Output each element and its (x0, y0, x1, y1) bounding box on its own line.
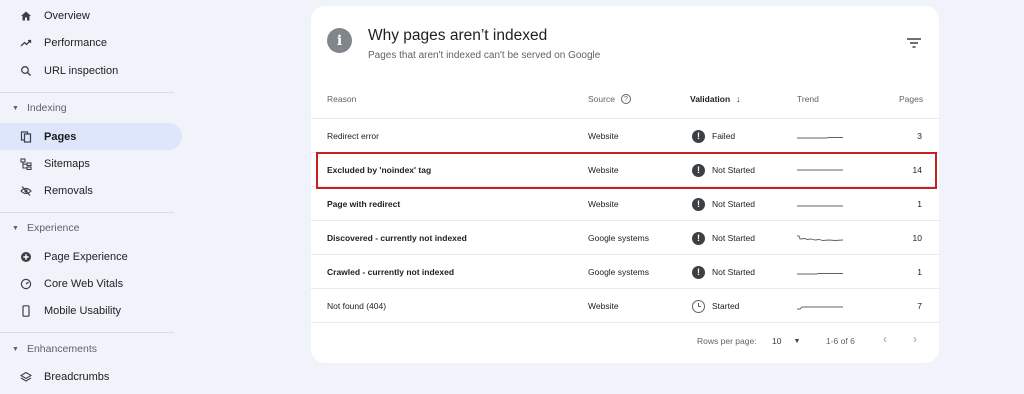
chevron-left-icon[interactable]: ‹ (883, 332, 887, 346)
header-validation[interactable]: Validation ↓ (690, 94, 741, 104)
help-icon[interactable]: ? (620, 94, 631, 104)
sidebar: Overview Performance URL inspection ▼ In… (0, 0, 190, 394)
sidebar-item-label: Sitemaps (44, 157, 90, 170)
chevron-right-icon[interactable]: › (913, 332, 917, 346)
row-pages: 3 (917, 131, 922, 141)
rows-per-page-label: Rows per page: (697, 336, 757, 346)
row-reason: Crawled - currently not indexed (327, 267, 455, 277)
sidebar-item-label: Pages (44, 130, 77, 143)
rows-per-page-select[interactable]: 10 ▼ (772, 336, 800, 346)
row-reason: Not found (404) (327, 301, 387, 311)
header-source: Source ? (588, 94, 631, 104)
trend-sparkline (797, 187, 843, 221)
arrow-down-icon: ↓ (736, 94, 741, 104)
row-validation: Started (692, 289, 739, 323)
row-validation: ! Not Started (692, 187, 755, 221)
row-source: Website (588, 131, 619, 141)
row-validation: ! Not Started (692, 221, 755, 255)
caret-down-icon: ▼ (12, 104, 19, 112)
sitemap-icon (19, 157, 33, 171)
highlight-box (316, 152, 937, 189)
sidebar-item-sitemaps[interactable]: Sitemaps (0, 150, 182, 177)
info-icon: i (327, 28, 352, 53)
sidebar-item-label: Mobile Usability (44, 304, 122, 317)
header-trend: Trend (797, 94, 819, 104)
row-source: Google systems (588, 233, 649, 243)
sidebar-item-removals[interactable]: Removals (0, 177, 182, 204)
row-source: Website (588, 199, 619, 209)
pages-icon (19, 130, 33, 144)
row-pages: 7 (917, 301, 922, 311)
table-bottom-border (311, 322, 939, 323)
caret-down-icon: ▼ (12, 224, 19, 232)
trend-sparkline (797, 119, 843, 153)
row-pages: 10 (912, 233, 922, 243)
error-icon: ! (692, 197, 705, 211)
filter-icon[interactable] (906, 36, 922, 48)
section-enhancements[interactable]: ▼ Enhancements (12, 343, 97, 355)
error-icon: ! (692, 129, 705, 143)
trend-sparkline (797, 289, 843, 323)
error-icon: ! (692, 265, 705, 279)
layers-icon (19, 370, 33, 384)
sidebar-item-overview[interactable]: Overview (0, 2, 182, 29)
sidebar-divider (0, 332, 174, 333)
row-reason: Discovered - currently not indexed (327, 233, 467, 243)
header-pages: Pages (899, 94, 924, 104)
table-row[interactable]: Crawled - currently not indexed Google s… (311, 254, 939, 288)
sidebar-item-breadcrumbs[interactable]: Breadcrumbs (0, 363, 182, 390)
sidebar-divider (0, 92, 174, 93)
error-icon: ! (692, 231, 705, 245)
row-pages: 1 (917, 199, 922, 209)
row-source: Website (588, 301, 619, 311)
section-indexing[interactable]: ▼ Indexing (12, 102, 67, 114)
row-pages: 1 (917, 267, 922, 277)
header-reason: Reason (327, 94, 357, 104)
trend-sparkline (797, 221, 843, 255)
sidebar-item-label: Overview (44, 9, 90, 22)
table-row[interactable]: Page with redirect Website ! Not Started… (311, 186, 939, 220)
sidebar-divider (0, 212, 174, 213)
sidebar-item-page-experience[interactable]: Page Experience (0, 243, 182, 270)
table-row[interactable]: Redirect error Website ! Failed 3 (311, 118, 939, 152)
sidebar-item-label: Core Web Vitals (44, 277, 124, 290)
table-row[interactable]: Discovered - currently not indexed Googl… (311, 220, 939, 254)
row-reason: Page with redirect (327, 199, 401, 209)
sidebar-item-core-web-vitals[interactable]: Core Web Vitals (0, 270, 182, 297)
section-experience[interactable]: ▼ Experience (12, 222, 79, 234)
card-title: Why pages aren’t indexed (368, 27, 548, 44)
sidebar-item-url-inspection[interactable]: URL inspection (0, 57, 182, 84)
plus-circle-icon (19, 250, 33, 264)
sidebar-item-performance[interactable]: Performance (0, 29, 182, 56)
caret-down-icon: ▼ (793, 337, 801, 345)
row-validation: ! Failed (692, 119, 735, 153)
sidebar-item-mobile-usability[interactable]: Mobile Usability (0, 297, 182, 324)
clock-icon (692, 299, 705, 313)
sidebar-item-label: Breadcrumbs (44, 370, 110, 383)
eye-off-icon (19, 184, 33, 198)
card-subtitle: Pages that aren't indexed can't be serve… (368, 50, 601, 61)
row-source: Google systems (588, 267, 649, 277)
sidebar-item-pages[interactable]: Pages (0, 123, 182, 150)
sidebar-item-label: Removals (44, 184, 93, 197)
sidebar-item-label: URL inspection (44, 64, 119, 77)
gauge-icon (19, 277, 33, 291)
phone-icon (19, 304, 33, 318)
search-icon (19, 64, 33, 78)
row-reason: Redirect error (327, 131, 379, 141)
caret-down-icon: ▼ (12, 345, 19, 353)
pagination-range: 1-6 of 6 (826, 336, 855, 346)
table-row[interactable]: Not found (404) Website Started 7 (311, 288, 939, 322)
home-icon (19, 9, 33, 23)
sidebar-item-label: Performance (44, 36, 107, 49)
row-validation: ! Not Started (692, 255, 755, 289)
sidebar-item-label: Page Experience (44, 250, 128, 263)
trend-sparkline (797, 255, 843, 289)
trending-up-icon (19, 36, 33, 50)
